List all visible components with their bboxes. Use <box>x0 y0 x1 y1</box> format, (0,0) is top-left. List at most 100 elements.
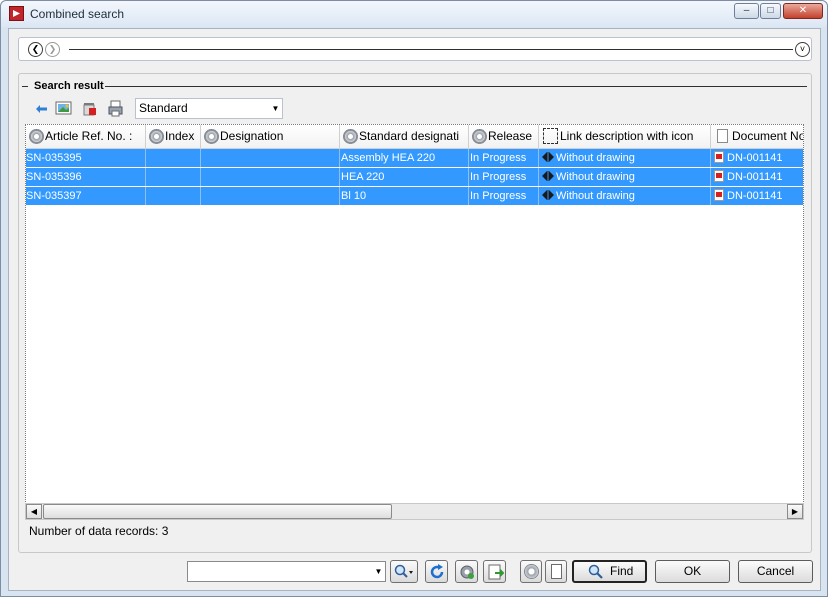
cell-index <box>146 149 201 167</box>
title-bar: Combined search – □ ✕ <box>1 1 827 27</box>
refresh-icon[interactable] <box>33 100 50 117</box>
cell-release: In Progress <box>469 187 539 205</box>
settings-button[interactable] <box>455 560 478 583</box>
scrollbar-thumb[interactable] <box>43 504 392 519</box>
cancel-button[interactable]: Cancel <box>738 560 813 583</box>
document-no-text: DN-001141 <box>727 171 783 183</box>
view-select-value: Standard <box>139 101 188 115</box>
column-header-label: Standard designati <box>359 129 460 143</box>
delete-icon[interactable] <box>81 100 98 117</box>
horizontal-scrollbar[interactable]: ◀ ▶ <box>25 503 804 520</box>
column-header-label: Designation <box>220 129 284 143</box>
cell-standard-designation: Assembly HEA 220 <box>340 149 469 167</box>
column-header-index[interactable]: Index <box>146 125 201 148</box>
cell-designation <box>201 149 340 167</box>
cell-release: In Progress <box>469 168 539 186</box>
cell-link-description: Without drawing <box>539 149 711 167</box>
group-collapse-dash <box>22 86 28 87</box>
cell-document-no: DN-001141 <box>711 187 803 205</box>
maximize-button[interactable]: □ <box>760 3 781 19</box>
search-options-button[interactable] <box>390 560 418 583</box>
refresh-button[interactable] <box>425 560 448 583</box>
result-toolbar: Standard ▼ <box>33 96 333 120</box>
chevron-down-icon[interactable]: ▼ <box>269 99 282 118</box>
cell-standard-designation: HEA 220 <box>340 168 469 186</box>
settings-icon <box>460 565 474 579</box>
gear-icon <box>472 129 487 144</box>
cell-document-no: DN-001141 <box>711 149 803 167</box>
search-options-icon <box>394 564 413 578</box>
cell-link-description: Without drawing <box>539 168 711 186</box>
minimize-button[interactable]: – <box>734 3 759 19</box>
link-description-text: Without drawing <box>556 171 635 183</box>
document-no-text: DN-001141 <box>727 190 783 202</box>
table-row[interactable]: SN-035397 Bl 10 In Progress Without draw… <box>26 187 803 206</box>
column-header-designation[interactable]: Designation <box>201 125 340 148</box>
document-button[interactable] <box>545 560 567 583</box>
column-header-label: Article Ref. No. : <box>45 129 133 143</box>
cell-article-ref: SN-035396 <box>26 168 146 186</box>
scroll-left-icon[interactable]: ◀ <box>26 504 42 519</box>
chevron-down-icon[interactable]: ˅ <box>795 42 810 57</box>
column-header-document-no[interactable]: Document No <box>711 125 803 148</box>
dialog-body: ❮ ❯ ˅ Search result Standard ▼ Article R… <box>8 28 821 591</box>
window-title: Combined search <box>30 7 125 21</box>
cell-release: In Progress <box>469 149 539 167</box>
export-button[interactable] <box>483 560 506 583</box>
link-split-icon <box>542 190 554 200</box>
column-header-label: Release <box>488 129 533 143</box>
table-row[interactable]: SN-035395 Assembly HEA 220 In Progress W… <box>26 149 803 168</box>
navigation-path-line <box>69 49 793 50</box>
navigation-bar: ❮ ❯ ˅ <box>18 37 812 61</box>
table-row[interactable]: SN-035396 HEA 220 In Progress Without dr… <box>26 168 803 187</box>
document-no-text: DN-001141 <box>727 152 783 164</box>
document-icon <box>717 129 728 143</box>
refresh-icon <box>430 564 444 579</box>
link-split-icon <box>542 171 554 181</box>
column-header-link-description[interactable]: Link description with icon <box>539 125 711 148</box>
cell-designation <box>201 187 340 205</box>
find-button[interactable]: Find <box>572 560 647 583</box>
gear-icon <box>204 129 219 144</box>
search-result-title: Search result <box>31 80 107 92</box>
view-select[interactable]: Standard ▼ <box>135 98 283 119</box>
record-count: Number of data records: 3 <box>29 524 169 538</box>
print-icon[interactable] <box>107 100 124 117</box>
cell-link-description: Without drawing <box>539 187 711 205</box>
export-icon <box>488 564 504 580</box>
app-icon <box>9 6 24 21</box>
document-icon <box>714 170 724 182</box>
gear-icon <box>29 129 44 144</box>
column-header-label: Link description with icon <box>560 129 694 143</box>
cell-standard-designation: Bl 10 <box>340 187 469 205</box>
cell-article-ref: SN-035395 <box>26 149 146 167</box>
gear-button[interactable] <box>520 560 542 583</box>
group-divider <box>105 86 807 87</box>
results-grid: Article Ref. No. : Index Designation Sta… <box>25 124 804 504</box>
column-header-article-ref[interactable]: Article Ref. No. : <box>26 125 146 148</box>
gear-icon <box>343 129 358 144</box>
column-header-label: Index <box>165 129 195 143</box>
column-header-standard-designation[interactable]: Standard designati <box>340 125 469 148</box>
link-placeholder-icon <box>543 128 558 144</box>
cell-document-no: DN-001141 <box>711 168 803 186</box>
combined-search-window: Combined search – □ ✕ ❮ ❯ ˅ Search resul… <box>0 0 828 597</box>
chevron-down-icon[interactable]: ▼ <box>372 562 385 581</box>
forward-arrow-icon[interactable]: ❯ <box>45 42 60 57</box>
cell-index <box>146 168 201 186</box>
image-icon[interactable] <box>55 100 72 117</box>
scroll-right-icon[interactable]: ▶ <box>787 504 803 519</box>
document-icon <box>551 564 562 579</box>
cell-index <box>146 187 201 205</box>
link-description-text: Without drawing <box>556 152 635 164</box>
cell-designation <box>201 168 340 186</box>
ok-button[interactable]: OK <box>655 560 730 583</box>
search-history-select[interactable]: ▼ <box>187 561 386 582</box>
column-header-release[interactable]: Release <box>469 125 539 148</box>
close-button[interactable]: ✕ <box>783 3 823 19</box>
link-split-icon <box>542 152 554 162</box>
document-icon <box>714 189 724 201</box>
search-icon <box>588 564 603 579</box>
back-arrow-icon[interactable]: ❮ <box>28 42 43 57</box>
cancel-label: Cancel <box>756 564 795 578</box>
